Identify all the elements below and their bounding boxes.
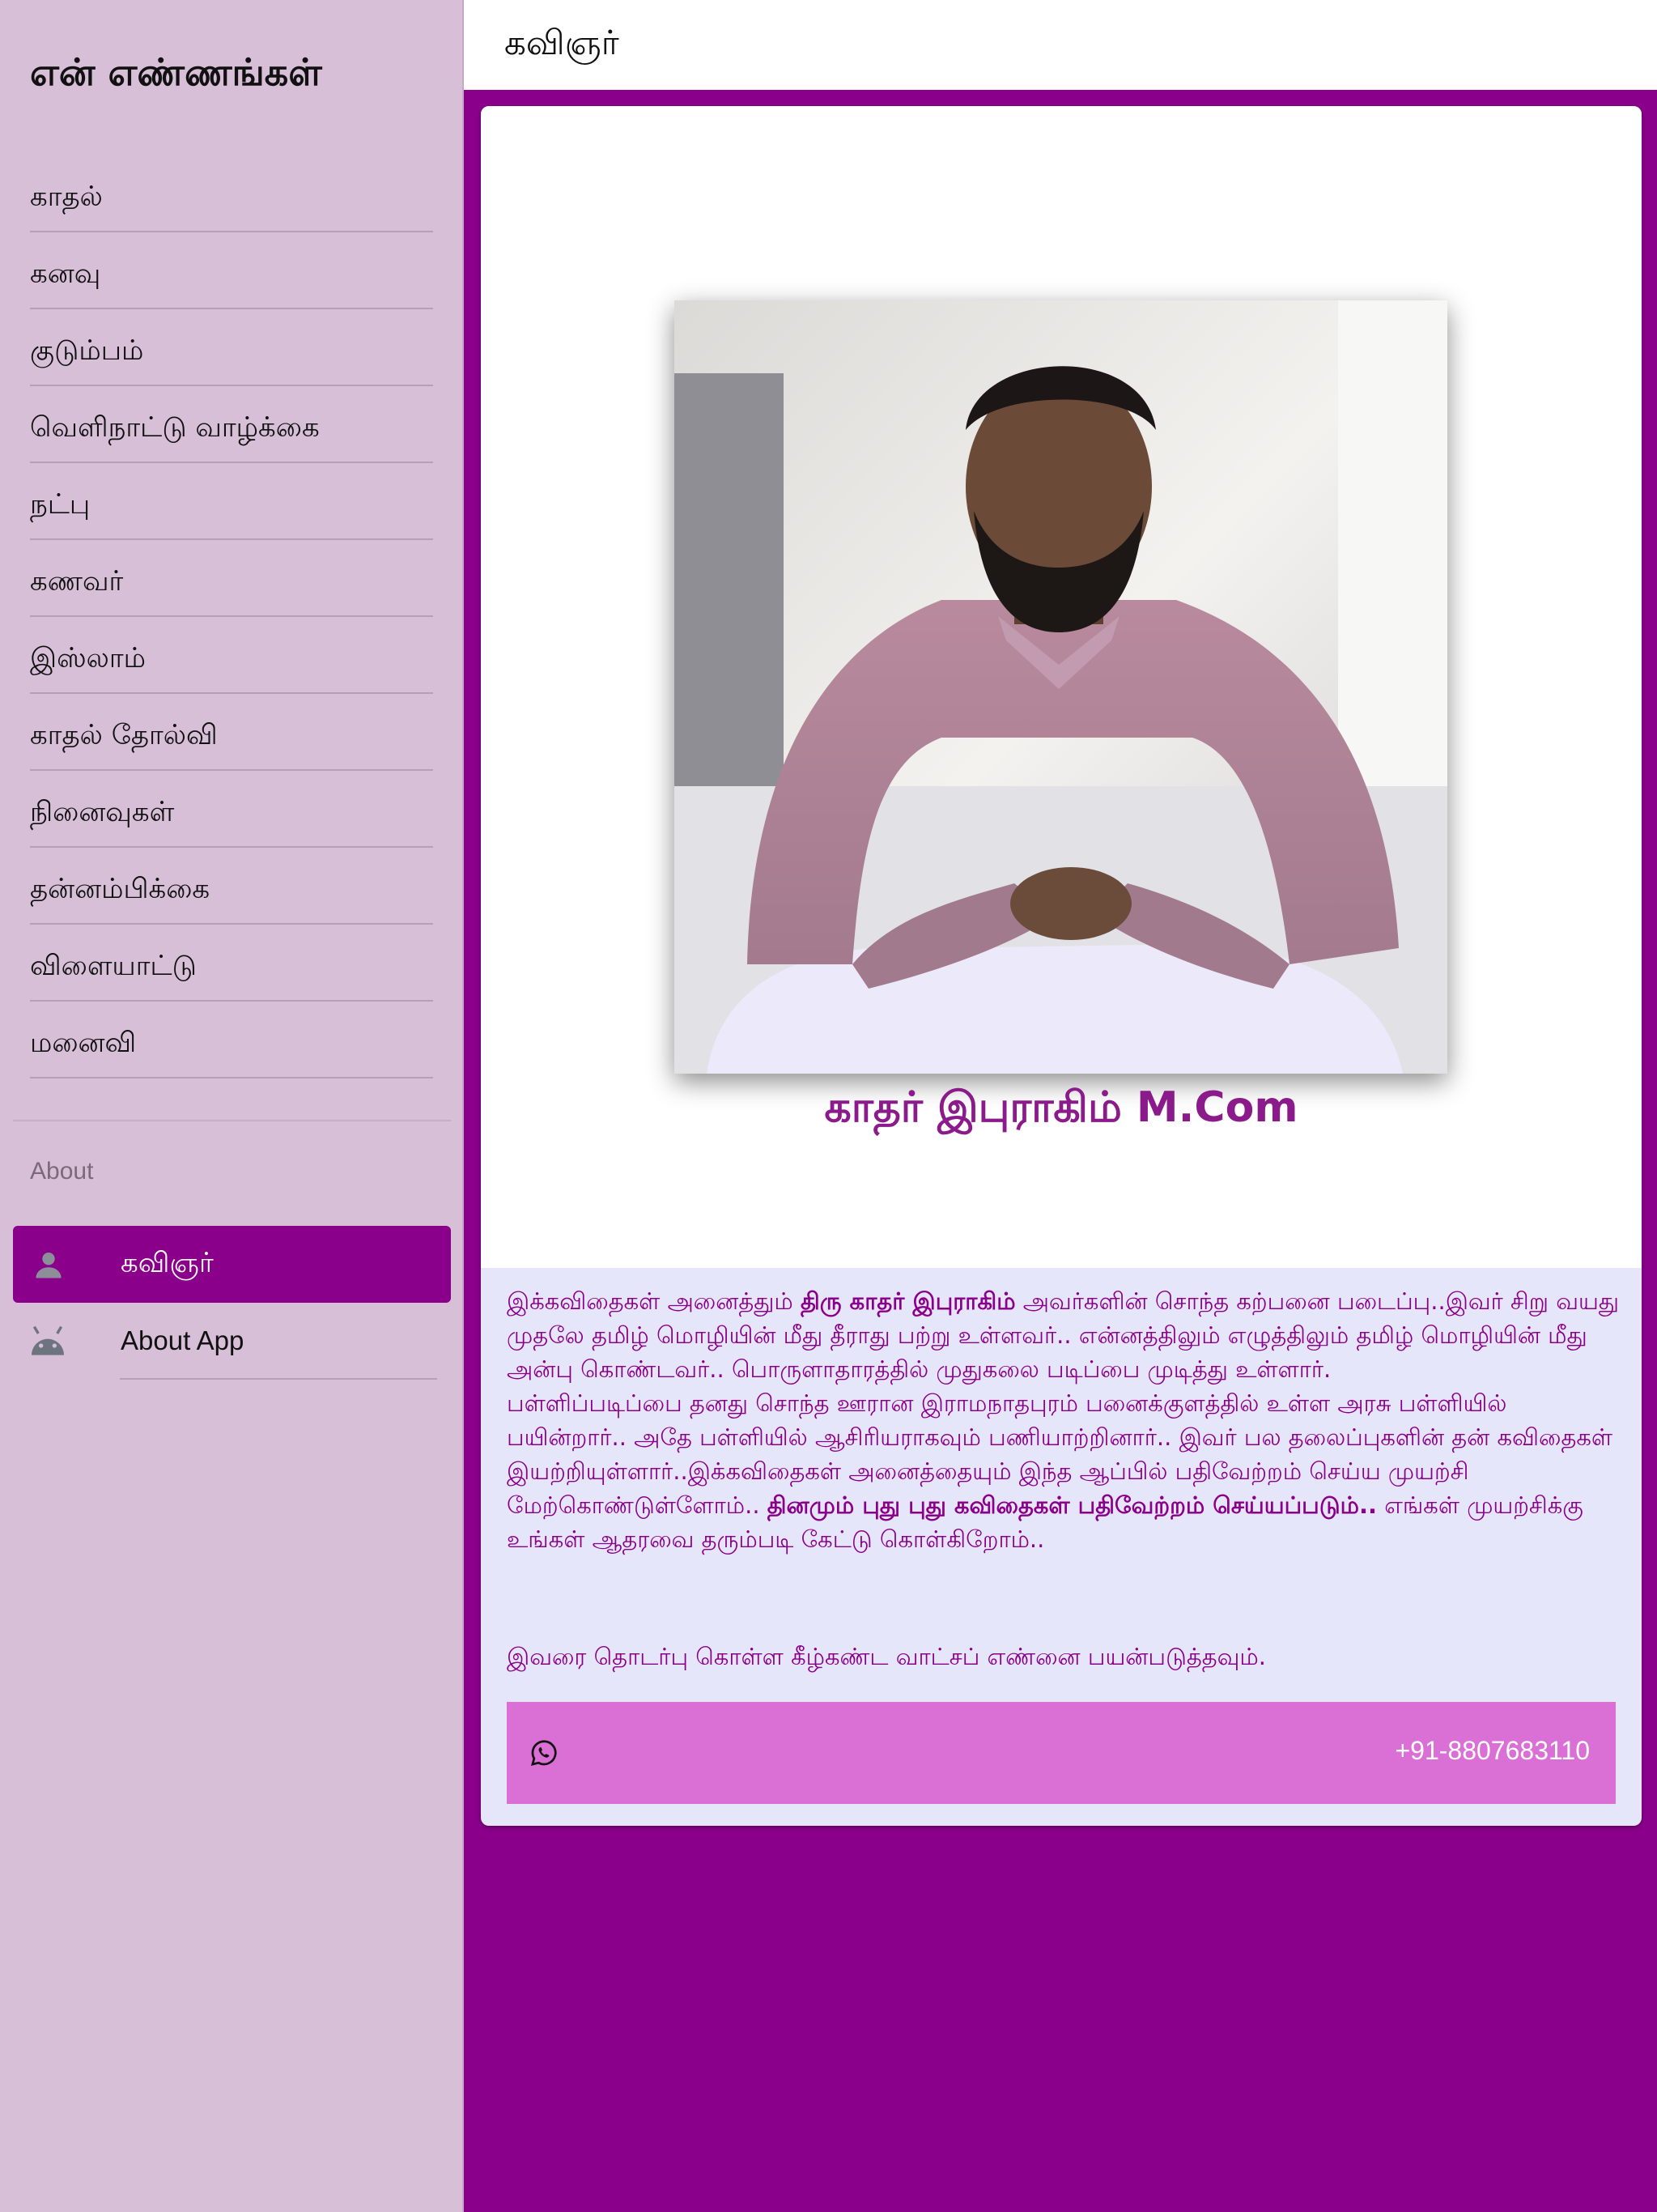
category-label: காதல் [30, 180, 103, 213]
category-item-self-confidence[interactable]: தன்னம்பிக்கை [30, 848, 433, 925]
whatsapp-icon [530, 1740, 557, 1767]
contact-instruction: இவரை தொடர்பு கொள்ள கீழ்கண்ட வாட்சப் எண்ன… [507, 1643, 1266, 1670]
nav-item-label: கவிஞர் [121, 1246, 214, 1279]
navigation-drawer: என் எண்ணங்கள் காதல் கனவு குடும்பம் வெளிந… [0, 0, 464, 2212]
nav-item-about-app[interactable]: About App [13, 1303, 451, 1380]
category-item-foreign-life[interactable]: வெளிநாட்டு வாழ்க்கை [30, 386, 433, 463]
category-label: நட்பு [30, 487, 91, 521]
category-label: விளையாட்டு [30, 949, 197, 982]
category-label: இஸ்லாம் [30, 641, 146, 674]
category-label: வெளிநாட்டு வாழ்க்கை [30, 410, 320, 444]
category-item-friendship[interactable]: நட்பு [30, 463, 433, 540]
category-item-love[interactable]: காதல் [30, 155, 433, 232]
category-label: மனைவி [30, 1026, 137, 1059]
whatsapp-contact-button[interactable]: +91-8807683110 [507, 1702, 1616, 1804]
poet-bio: இக்கவிதைகள் அனைத்தும் திரு காதர் இபுராகி… [507, 1284, 1624, 1556]
poet-profile-card: காதர் இபுராகிம் M.Com இக்கவிதைகள் அனைத்த… [481, 106, 1642, 1826]
category-item-islam[interactable]: இஸ்லாம் [30, 617, 433, 694]
page-title: கவிஞர் [504, 23, 619, 62]
bio-paragraph: பள்ளிப்படிப்பை தனது சொந்த ஊரான இராமநாதபு… [507, 1386, 1624, 1556]
category-label: குடும்பம் [30, 334, 144, 367]
bio-paragraph: இக்கவிதைகள் அனைத்தும் திரு காதர் இபுராகி… [507, 1284, 1624, 1386]
app-title: என் எண்ணங்கள் [30, 50, 322, 94]
app-bar: கவிஞர் [464, 0, 1657, 90]
person-icon [36, 1252, 62, 1278]
bio-text: இக்கவிதைகள் அனைத்தும் [507, 1287, 801, 1315]
category-item-wife[interactable]: மனைவி [30, 1002, 433, 1078]
android-icon [32, 1325, 64, 1355]
nav-item-poet[interactable]: கவிஞர் [13, 1226, 451, 1303]
category-label: காதல் தோல்வி [30, 718, 218, 751]
category-item-love-failure[interactable]: காதல் தோல்வி [30, 694, 433, 771]
category-item-memories[interactable]: நினைவுகள் [30, 771, 433, 848]
category-item-family[interactable]: குடும்பம் [30, 309, 433, 386]
category-item-dream[interactable]: கனவு [30, 232, 433, 309]
category-item-sports[interactable]: விளையாட்டு [30, 925, 433, 1002]
about-section-header: About [30, 1158, 94, 1185]
profile-hero: காதர் இபுராகிம் M.Com [481, 106, 1642, 1268]
category-label: நினைவுகள் [30, 795, 175, 828]
bio-highlight: திரு காதர் இபுராகிம் [800, 1287, 1016, 1315]
category-item-husband[interactable]: கணவர் [30, 540, 433, 617]
poet-portrait-image [674, 300, 1447, 1074]
category-label: தன்னம்பிக்கை [30, 872, 210, 905]
nav-item-label: About App [121, 1325, 244, 1355]
category-label: கனவு [30, 257, 101, 290]
category-list: காதல் கனவு குடும்பம் வெளிநாட்டு வாழ்க்கை… [30, 155, 433, 1078]
category-label: கணவர் [30, 564, 124, 598]
nav-divider [120, 1378, 437, 1380]
poet-name-caption: காதர் இபுராகிம் M.Com [824, 1083, 1298, 1132]
bio-highlight: தினமும் புது புது கவிதைகள் பதிவேற்றம் செ… [767, 1491, 1378, 1519]
drawer-divider [13, 1120, 451, 1121]
whatsapp-phone-number: +91-8807683110 [1395, 1736, 1590, 1765]
